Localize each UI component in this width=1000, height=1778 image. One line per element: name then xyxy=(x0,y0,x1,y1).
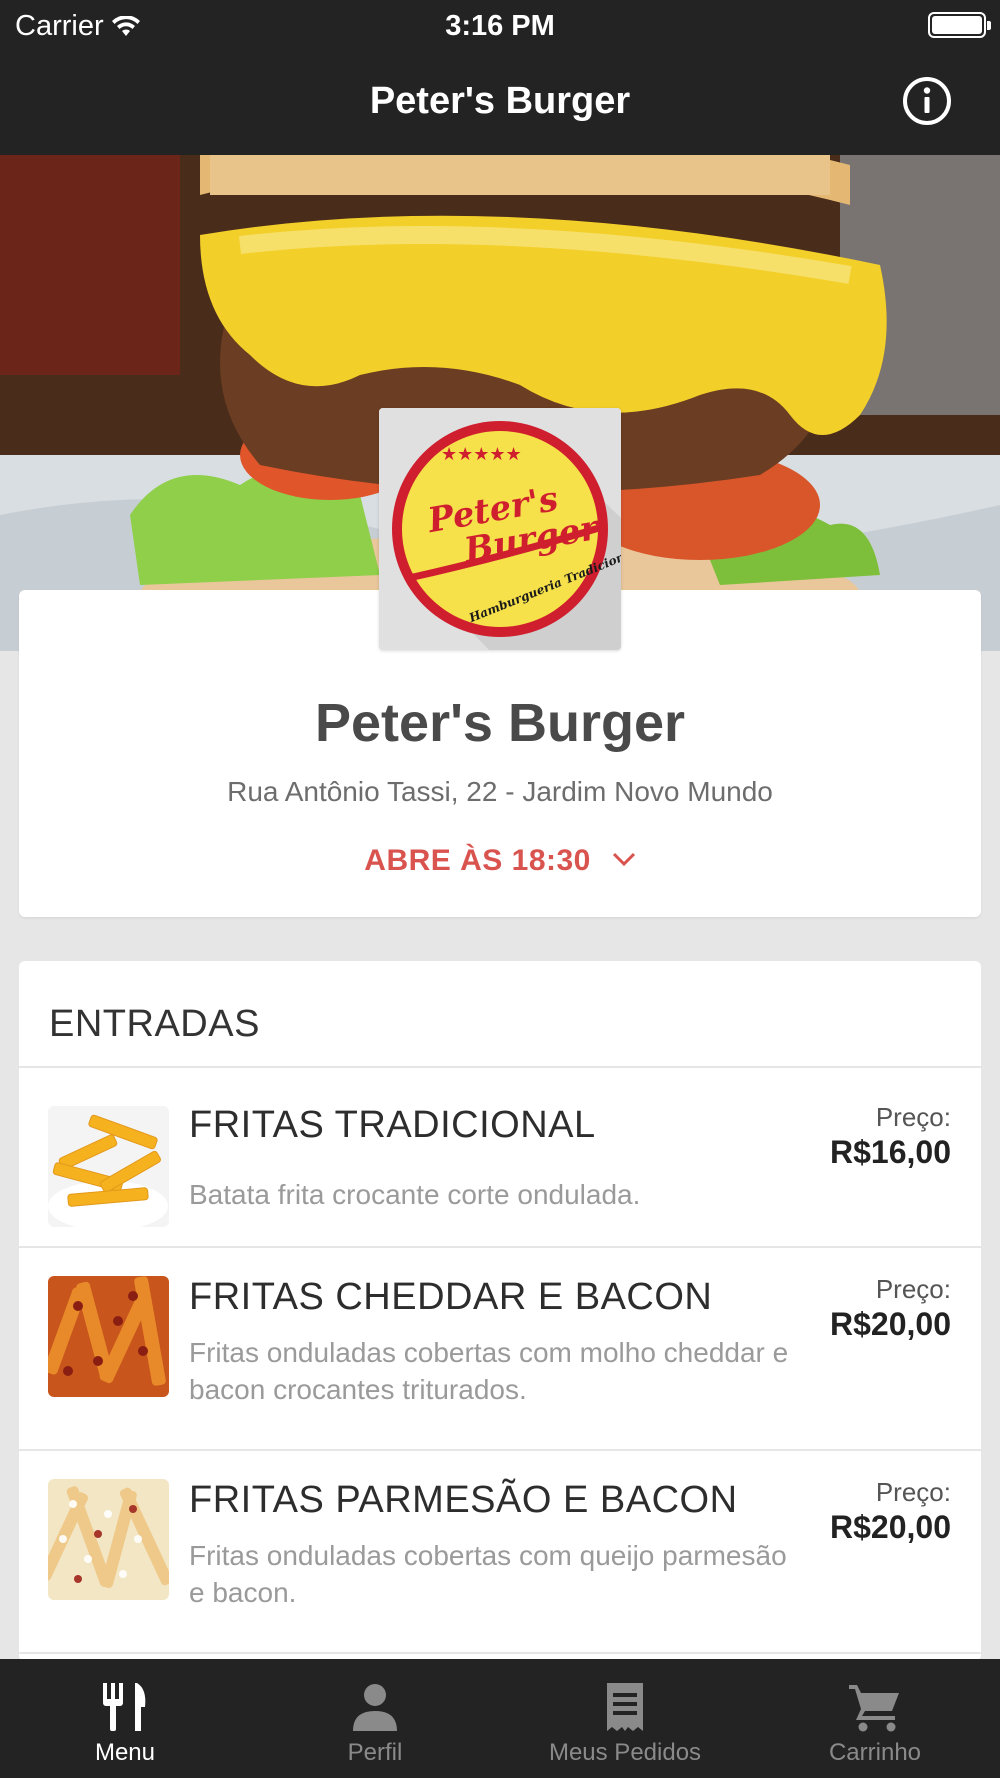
tab-label: Meus Pedidos xyxy=(548,1739,702,1766)
status-bar: Carrier 3:16 PM xyxy=(0,0,1000,52)
item-price: R$16,00 xyxy=(830,1134,951,1170)
item-thumbnail xyxy=(48,1479,169,1600)
cart-icon xyxy=(849,1685,899,1732)
opening-hours-toggle[interactable]: ABRE ÀS 18:30 xyxy=(19,844,981,878)
menu-item[interactable]: FRITAS TRADICIONAL Batata frita crocante… xyxy=(19,1068,981,1248)
tab-menu[interactable]: Menu xyxy=(0,1659,250,1778)
item-description: Fritas onduladas cobertas com molho ched… xyxy=(189,1337,789,1405)
item-price: R$20,00 xyxy=(830,1306,951,1342)
chevron-down-icon xyxy=(612,852,635,866)
info-icon[interactable] xyxy=(902,76,952,126)
item-thumbnail xyxy=(48,1276,169,1397)
status-time: 3:16 PM xyxy=(445,10,555,42)
price-label: Preço: xyxy=(875,1477,951,1507)
restaurant-address: Rua Antônio Tassi, 22 - Jardim Novo Mund… xyxy=(227,776,773,807)
price-label: Preço: xyxy=(875,1274,951,1304)
person-icon xyxy=(353,1684,397,1731)
tab-bar: Menu Perfil Meus Pedidos Carrinho xyxy=(0,1659,1000,1778)
item-description: Fritas onduladas cobertas com queijo par… xyxy=(189,1540,787,1608)
item-name: FRITAS CHEDDAR E BACON xyxy=(189,1276,713,1318)
item-price: R$20,00 xyxy=(830,1509,951,1545)
tab-meus-pedidos[interactable]: Meus Pedidos xyxy=(500,1659,750,1778)
tab-carrinho[interactable]: Carrinho xyxy=(750,1659,1000,1778)
section-title: ENTRADAS xyxy=(49,1003,260,1045)
tab-label: Perfil xyxy=(347,1739,403,1766)
tab-perfil[interactable]: Perfil xyxy=(250,1659,500,1778)
item-thumbnail xyxy=(48,1106,169,1227)
svg-text:★★★★★: ★★★★★ xyxy=(441,444,522,465)
menu-item[interactable]: FRITAS PARMESÃO E BACON Fritas onduladas… xyxy=(19,1451,981,1654)
item-name: FRITAS PARMESÃO E BACON xyxy=(189,1479,738,1521)
nav-bar: Peter's Burger xyxy=(0,52,1000,155)
item-name: FRITAS TRADICIONAL xyxy=(189,1104,596,1146)
opening-hours-label: ABRE ÀS 18:30 xyxy=(364,844,591,877)
menu-item[interactable]: FRITAS CHEDDAR E BACON Fritas onduladas … xyxy=(19,1248,981,1451)
restaurant-logo: ★★★★★ Peter's Burger Hamburgueria Tradic… xyxy=(379,408,621,650)
logo-badge: ★★★★★ Peter's Burger Hamburgueria Tradic… xyxy=(379,408,621,650)
price-label: Preço: xyxy=(875,1102,951,1132)
battery-icon xyxy=(928,12,991,38)
item-description: Batata frita crocante corte ondulada. xyxy=(189,1179,641,1210)
receipt-icon xyxy=(607,1683,643,1731)
tab-label: Menu xyxy=(94,1739,156,1766)
restaurant-name: Peter's Burger xyxy=(315,693,685,753)
tab-label: Carrinho xyxy=(828,1739,922,1766)
page-title: Peter's Burger xyxy=(369,80,631,122)
menu-section: ENTRADAS FRITAS TRADICIONAL Batata frita… xyxy=(19,961,981,1661)
fork-knife-icon xyxy=(103,1683,146,1731)
